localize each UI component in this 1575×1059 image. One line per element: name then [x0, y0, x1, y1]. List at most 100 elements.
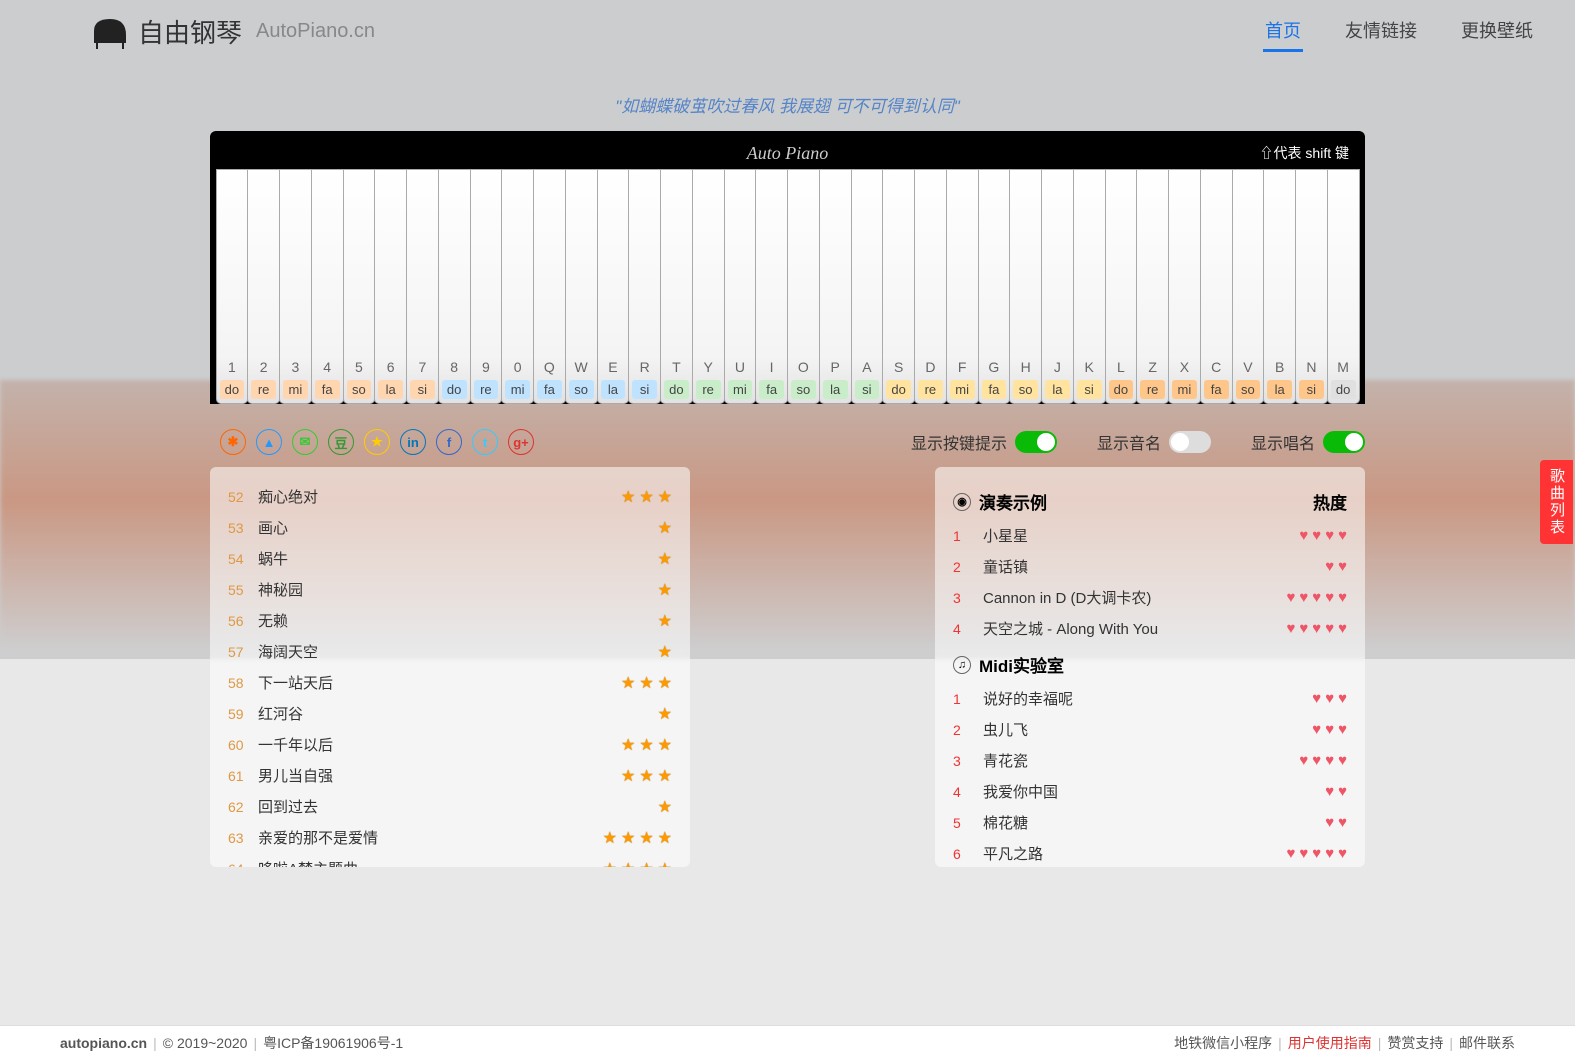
song-row[interactable]: 61男儿当自强★★★ — [228, 760, 672, 791]
nav-item-1[interactable]: 友情链接 — [1343, 11, 1419, 52]
nav-item-2[interactable]: 更换壁纸 — [1459, 11, 1535, 52]
white-key-9[interactable]: 9re — [470, 169, 503, 404]
star-rating: ★★★ — [621, 735, 672, 755]
white-key-X[interactable]: Xmi — [1168, 169, 1201, 404]
sing-name-toggle[interactable] — [1323, 431, 1365, 453]
footer-right-3[interactable]: 邮件联系 — [1459, 1033, 1515, 1053]
white-key-0[interactable]: 0mi — [501, 169, 534, 404]
song-row[interactable]: 57海阔天空★ — [228, 636, 672, 667]
song-row[interactable]: 64哆啦A梦主题曲★★★★ — [228, 853, 672, 867]
key-label: P — [820, 359, 851, 375]
song-row[interactable]: 3青花瓷♥♥♥♥ — [953, 745, 1347, 776]
share-icon-6[interactable]: f — [436, 429, 462, 455]
white-key-6[interactable]: 6la — [374, 169, 407, 404]
white-key-U[interactable]: Umi — [724, 169, 757, 404]
white-key-C[interactable]: Cfa — [1200, 169, 1233, 404]
note-label: si — [855, 380, 880, 399]
white-key-5[interactable]: 5so — [343, 169, 376, 404]
song-row[interactable]: 6平凡之路♥♥♥♥♥ — [953, 838, 1347, 867]
song-row[interactable]: 60一千年以后★★★ — [228, 729, 672, 760]
star-icon: ★ — [658, 487, 672, 507]
white-key-O[interactable]: Oso — [787, 169, 820, 404]
heart-icon: ♥ — [1312, 721, 1321, 738]
share-icon-3[interactable]: 豆 — [328, 429, 354, 455]
white-key-T[interactable]: Tdo — [660, 169, 693, 404]
footer-left-0[interactable]: autopiano.cn — [60, 1035, 147, 1051]
share-icon-4[interactable]: ★ — [364, 429, 390, 455]
song-row[interactable]: 2虫儿飞♥♥♥ — [953, 714, 1347, 745]
quote-text: "如蝴蝶破茧吹过春风 我展翅 可不可得到认同" — [0, 92, 1575, 117]
footer-right-2[interactable]: 赞赏支持 — [1387, 1033, 1443, 1053]
white-key-F[interactable]: Fmi — [946, 169, 979, 404]
heart-icon: ♥ — [1325, 814, 1334, 831]
white-key-4[interactable]: 4fa — [311, 169, 344, 404]
song-row[interactable]: 63亲爱的那不是爱情★★★★ — [228, 822, 672, 853]
toggles: 显示按键提示显示音名显示唱名 — [911, 430, 1365, 454]
white-key-V[interactable]: Vso — [1232, 169, 1265, 404]
share-icon-2[interactable]: ✉ — [292, 429, 318, 455]
white-key-3[interactable]: 3mi — [279, 169, 312, 404]
share-icon-0[interactable]: ✱ — [220, 429, 246, 455]
key-label: F — [947, 359, 978, 375]
nav-item-0[interactable]: 首页 — [1263, 11, 1303, 52]
white-key-Y[interactable]: Yre — [692, 169, 725, 404]
white-key-A[interactable]: Asi — [851, 169, 884, 404]
white-key-Q[interactable]: Qfa — [533, 169, 566, 404]
song-row[interactable]: 52痴心绝对★★★ — [228, 481, 672, 512]
song-row[interactable]: 4天空之城 - Along With You♥♥♥♥♥ — [953, 613, 1347, 644]
white-key-W[interactable]: Wso — [565, 169, 598, 404]
white-key-1[interactable]: 1do — [216, 169, 249, 404]
song-row[interactable]: 1小星星♥♥♥♥ — [953, 520, 1347, 551]
heart-rating: ♥♥ — [1325, 814, 1347, 831]
logo[interactable]: 自由钢琴 AutoPiano.cn — [90, 11, 375, 51]
heart-icon: ♥ — [1299, 752, 1308, 769]
song-row[interactable]: 54蜗牛★ — [228, 543, 672, 574]
white-key-Z[interactable]: Zre — [1136, 169, 1169, 404]
white-key-7[interactable]: 7si — [406, 169, 439, 404]
key-label: H — [1010, 359, 1041, 375]
share-icon-1[interactable]: ▲ — [256, 429, 282, 455]
white-key-G[interactable]: Gfa — [978, 169, 1011, 404]
white-key-L[interactable]: Ldo — [1105, 169, 1138, 404]
white-key-P[interactable]: Pla — [819, 169, 852, 404]
star-icon: ★ — [658, 611, 672, 631]
song-row[interactable]: 59红河谷★ — [228, 698, 672, 729]
song-row[interactable]: 56无赖★ — [228, 605, 672, 636]
white-key-K[interactable]: Ksi — [1073, 169, 1106, 404]
footer-left-2[interactable]: 粤ICP备19061906号-1 — [263, 1033, 403, 1053]
note-name-toggle[interactable] — [1169, 431, 1211, 453]
footer-right-1[interactable]: 用户使用指南 — [1288, 1033, 1372, 1053]
song-row[interactable]: 55神秘园★ — [228, 574, 672, 605]
song-row[interactable]: 58下一站天后★★★ — [228, 667, 672, 698]
white-key-D[interactable]: Dre — [914, 169, 947, 404]
white-key-R[interactable]: Rsi — [628, 169, 661, 404]
nav: 首页友情链接更换壁纸 — [1263, 11, 1535, 52]
note-label: so — [1013, 380, 1038, 399]
share-icon-7[interactable]: t — [472, 429, 498, 455]
key-label: 0 — [502, 359, 533, 375]
song-name: Cannon in D (D大调卡农) — [983, 587, 1286, 608]
song-row[interactable]: 5棉花糖♥♥ — [953, 807, 1347, 838]
share-icon-8[interactable]: g+ — [508, 429, 534, 455]
white-key-H[interactable]: Hso — [1009, 169, 1042, 404]
song-list-tab[interactable]: 歌曲列表 — [1540, 460, 1573, 544]
white-key-S[interactable]: Sdo — [882, 169, 915, 404]
white-key-J[interactable]: Jla — [1041, 169, 1074, 404]
note-label: si — [410, 380, 435, 399]
white-key-2[interactable]: 2re — [247, 169, 280, 404]
key-hint-toggle[interactable] — [1015, 431, 1057, 453]
song-row[interactable]: 53画心★ — [228, 512, 672, 543]
white-key-E[interactable]: Ela — [597, 169, 630, 404]
white-key-B[interactable]: Bla — [1263, 169, 1296, 404]
song-row[interactable]: 1说好的幸福呢♥♥♥ — [953, 683, 1347, 714]
white-key-I[interactable]: Ifa — [755, 169, 788, 404]
song-row[interactable]: 62回到过去★ — [228, 791, 672, 822]
footer-right-0[interactable]: 地铁微信小程序 — [1174, 1033, 1272, 1053]
white-key-M[interactable]: Mdo — [1327, 169, 1360, 404]
song-row[interactable]: 4我爱你中国♥♥ — [953, 776, 1347, 807]
share-icon-5[interactable]: in — [400, 429, 426, 455]
song-row[interactable]: 2童话镇♥♥ — [953, 551, 1347, 582]
white-key-N[interactable]: Nsi — [1295, 169, 1328, 404]
white-key-8[interactable]: 8do — [438, 169, 471, 404]
song-row[interactable]: 3Cannon in D (D大调卡农)♥♥♥♥♥ — [953, 582, 1347, 613]
